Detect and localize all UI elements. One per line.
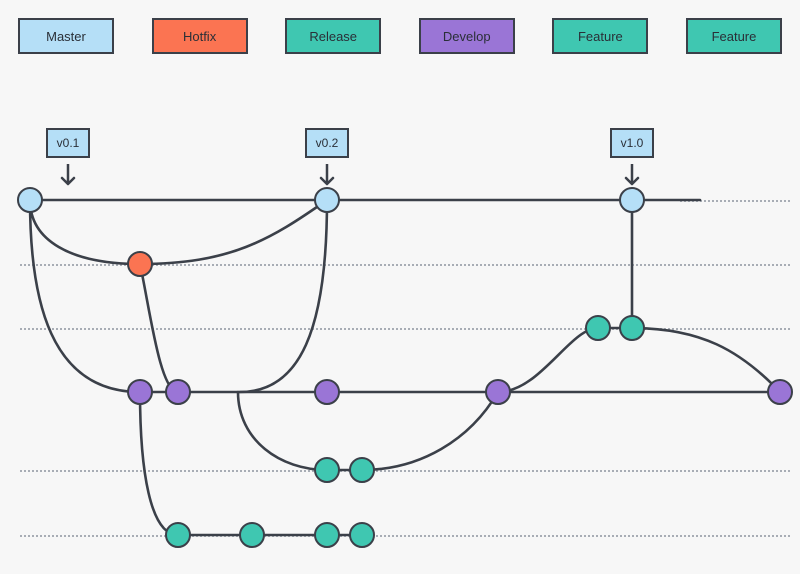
commit-master	[619, 187, 645, 213]
legend-release: Release	[285, 18, 381, 54]
legend-feature-2: Feature	[686, 18, 782, 54]
commit-master	[314, 187, 340, 213]
legend-hotfix: Hotfix	[152, 18, 248, 54]
commit-release	[585, 315, 611, 341]
commit-hotfix	[127, 251, 153, 277]
branch-legend: Master Hotfix Release Develop Feature Fe…	[18, 18, 782, 54]
commit-feature	[314, 522, 340, 548]
commit-release	[619, 315, 645, 341]
legend-feature-1: Feature	[552, 18, 648, 54]
legend-master: Master	[18, 18, 114, 54]
commit-feature	[349, 457, 375, 483]
commit-feature	[239, 522, 265, 548]
commit-develop	[485, 379, 511, 405]
commit-feature	[349, 522, 375, 548]
commit-master	[17, 187, 43, 213]
branch-edges	[0, 140, 800, 570]
commit-develop	[165, 379, 191, 405]
commit-develop	[314, 379, 340, 405]
commit-develop	[127, 379, 153, 405]
gitflow-diagram	[0, 140, 800, 570]
commit-feature	[314, 457, 340, 483]
legend-develop: Develop	[419, 18, 515, 54]
commit-feature	[165, 522, 191, 548]
commit-develop	[767, 379, 793, 405]
